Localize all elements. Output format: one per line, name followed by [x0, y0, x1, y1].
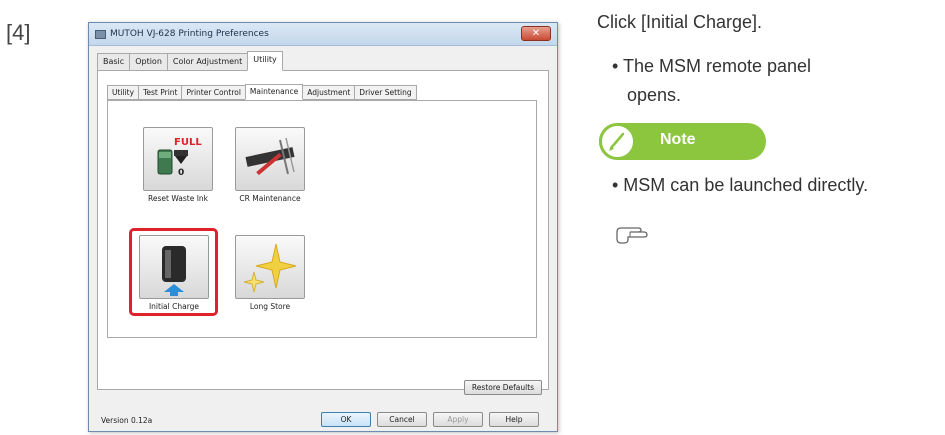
- reset-waste-ink-button[interactable]: FULL 0: [143, 127, 213, 191]
- waste-ink-icon: FULL 0: [157, 137, 202, 178]
- step-number: [4]: [6, 20, 31, 45]
- bullet-msm-panel: • The MSM remote panel: [612, 56, 812, 76]
- note-bullet: • MSM can be launched directly.: [612, 175, 869, 195]
- subtab-test-print[interactable]: Test Print: [138, 85, 183, 100]
- bullet-msm-panel-cont: opens.: [627, 85, 682, 105]
- tab-utility[interactable]: Utility: [247, 51, 283, 71]
- outer-tab-strip: Basic Option Color Adjustment Utility: [97, 51, 283, 71]
- long-store-button[interactable]: [235, 235, 305, 299]
- pointing-hand-icon[interactable]: [614, 220, 652, 246]
- printer-icon: [95, 29, 106, 39]
- restore-defaults-button[interactable]: Restore Defaults: [464, 380, 542, 395]
- close-icon: ✕: [531, 28, 541, 39]
- waste-counter: 0: [178, 168, 184, 178]
- full-label: FULL: [174, 137, 202, 148]
- initial-charge-highlight: [129, 228, 218, 316]
- ok-button[interactable]: OK: [321, 412, 371, 427]
- tab-basic[interactable]: Basic: [97, 53, 131, 71]
- title-bar: MUTOH VJ-628 Printing Preferences ✕: [89, 23, 557, 46]
- cr-maintenance-icon: [245, 137, 295, 176]
- note-label: Note: [660, 131, 696, 148]
- help-button[interactable]: Help: [489, 412, 539, 427]
- version-text: Version 0.12a: [101, 416, 153, 425]
- subtab-adjustment[interactable]: Adjustment: [302, 85, 356, 100]
- subtab-utility[interactable]: Utility: [107, 85, 140, 100]
- tab-option[interactable]: Option: [129, 53, 168, 71]
- printing-preferences-dialog: MUTOH VJ-628 Printing Preferences ✕ Basi…: [88, 22, 558, 432]
- window-title: MUTOH VJ-628 Printing Preferences: [110, 29, 269, 39]
- cancel-button[interactable]: Cancel: [377, 412, 427, 427]
- subtab-driver-setting[interactable]: Driver Setting: [354, 85, 417, 100]
- instruction-text: Click [Initial Charge].: [597, 12, 763, 32]
- close-button[interactable]: ✕: [521, 26, 551, 41]
- long-store-label: Long Store: [249, 302, 291, 311]
- note-circle: [599, 123, 636, 160]
- cr-maintenance-button[interactable]: [235, 127, 305, 191]
- tab-color-adjustment[interactable]: Color Adjustment: [166, 53, 249, 71]
- cr-maintenance-label: CR Maintenance: [239, 194, 301, 203]
- inner-tab-strip: Utility Test Print Printer Control Maint…: [107, 84, 417, 100]
- subtab-printer-control[interactable]: Printer Control: [181, 85, 246, 100]
- apply-button[interactable]: Apply: [433, 412, 483, 427]
- pencil-icon: [609, 132, 625, 151]
- subtab-maintenance[interactable]: Maintenance: [244, 84, 304, 100]
- reset-waste-ink-label: Reset Waste Ink: [147, 194, 209, 203]
- note-badge: Note: [599, 123, 766, 160]
- sparkle-icon: [243, 243, 297, 293]
